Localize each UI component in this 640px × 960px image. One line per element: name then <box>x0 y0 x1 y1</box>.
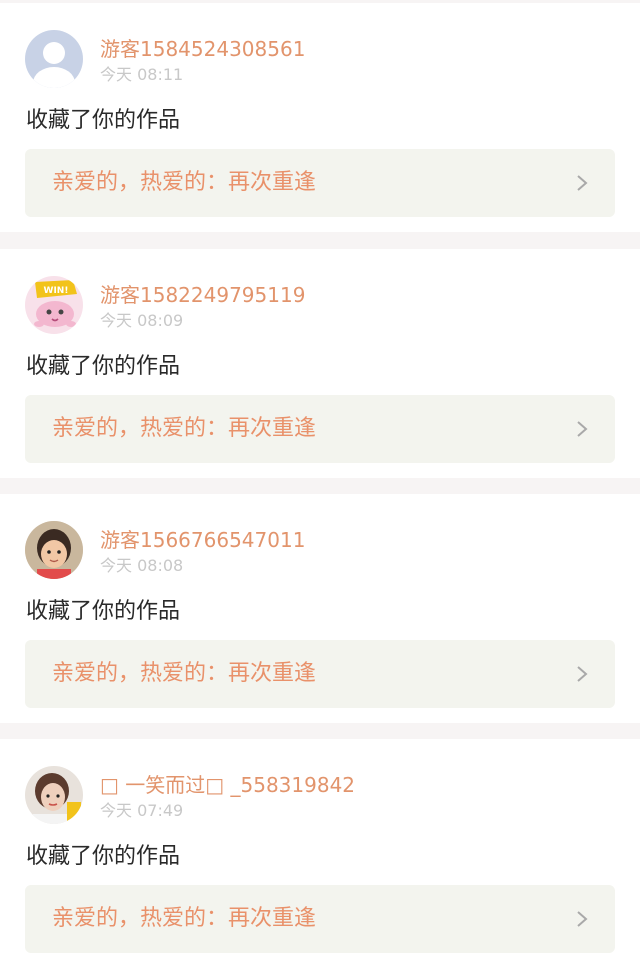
notification-card: 游客1584524308561 今天 08:11 收藏了你的作品 亲爱的，热爱的… <box>0 3 640 232</box>
notification-feed: 游客1584524308561 今天 08:11 收藏了你的作品 亲爱的，热爱的… <box>0 0 640 960</box>
notification-card: WIN! 游客1582249795119 今天 08:09 收藏了你的作品 亲爱… <box>0 249 640 478</box>
timestamp: 今天 08:11 <box>100 65 184 84</box>
action-text: 收藏了你的作品 <box>26 844 181 869</box>
work-link[interactable]: 亲爱的，热爱的：再次重逢 <box>25 395 615 463</box>
username[interactable]: 游客1566766547011 <box>100 526 305 554</box>
chevron-right-icon <box>577 911 588 927</box>
avatar-child-photo-icon[interactable] <box>25 521 83 579</box>
notification-card: 游客1566766547011 今天 08:08 收藏了你的作品 亲爱的，热爱的… <box>0 494 640 723</box>
work-link[interactable]: 亲爱的，热爱的：再次重逢 <box>25 149 615 217</box>
avatar-default-person-icon[interactable] <box>25 30 83 88</box>
work-link[interactable]: 亲爱的，热爱的：再次重逢 <box>25 885 615 953</box>
action-text: 收藏了你的作品 <box>26 354 181 379</box>
action-text: 收藏了你的作品 <box>26 599 181 624</box>
work-title: 亲爱的，热爱的：再次重逢 <box>52 661 317 686</box>
avatar-badge: WIN! <box>44 286 69 296</box>
avatar-pink-octopus-icon[interactable]: WIN! <box>25 276 83 334</box>
chevron-right-icon <box>577 666 588 682</box>
work-title: 亲爱的，热爱的：再次重逢 <box>52 416 317 441</box>
action-text: 收藏了你的作品 <box>26 108 181 133</box>
username[interactable]: 游客1584524308561 <box>100 35 305 63</box>
chevron-right-icon <box>577 175 588 191</box>
timestamp: 今天 08:08 <box>100 556 184 575</box>
work-title: 亲爱的，热爱的：再次重逢 <box>52 170 317 195</box>
notification-card: □ 一笑而过□ _558319842 今天 07:49 收藏了你的作品 亲爱的，… <box>0 739 640 960</box>
username[interactable]: □ 一笑而过□ _558319842 <box>100 771 355 799</box>
username[interactable]: 游客1582249795119 <box>100 281 305 309</box>
work-title: 亲爱的，热爱的：再次重逢 <box>52 906 317 931</box>
chevron-right-icon <box>577 421 588 437</box>
avatar-woman-photo-icon[interactable] <box>25 766 83 824</box>
work-link[interactable]: 亲爱的，热爱的：再次重逢 <box>25 640 615 708</box>
timestamp: 今天 08:09 <box>100 311 184 330</box>
timestamp: 今天 07:49 <box>100 801 184 820</box>
